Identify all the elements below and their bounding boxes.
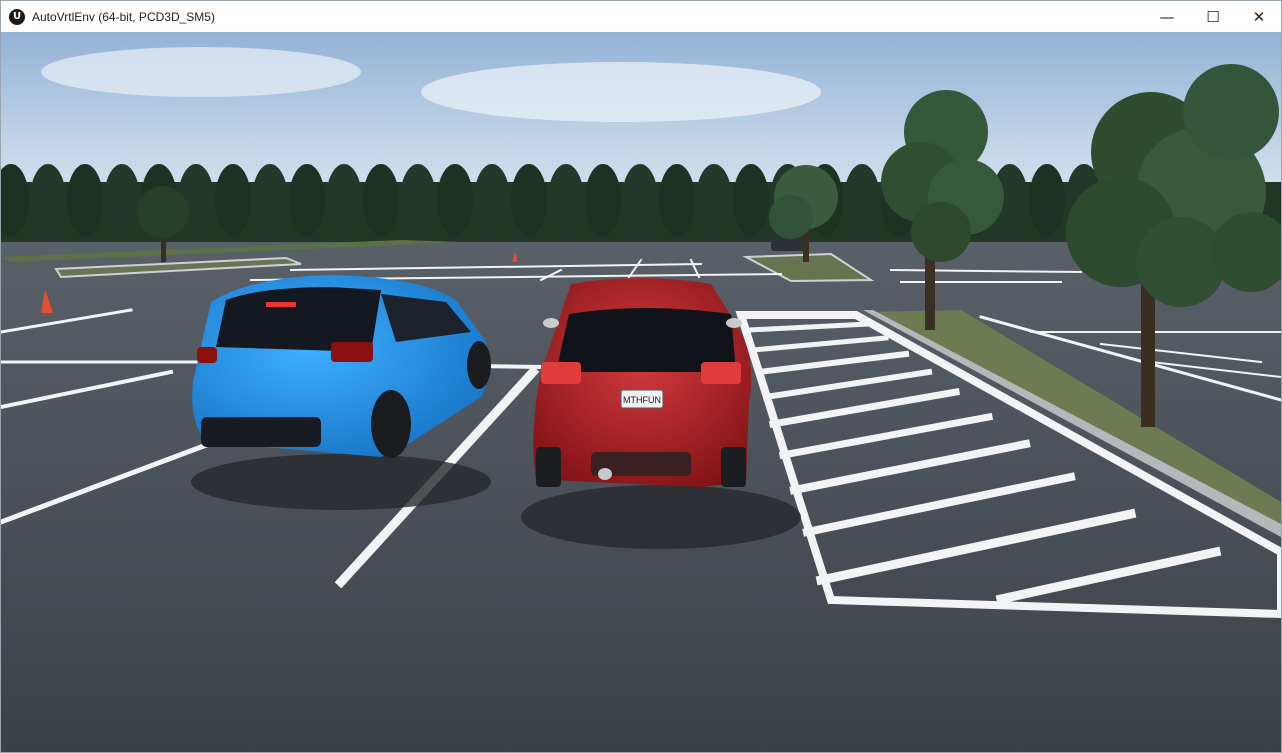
background-tree (104, 164, 140, 236)
background-tree (252, 164, 288, 236)
unreal-engine-icon: U (9, 8, 25, 25)
background-tree (1029, 164, 1065, 236)
cloud (421, 62, 821, 122)
background-tree (474, 164, 510, 236)
red-car: MTHFUN (533, 278, 752, 487)
close-button[interactable]: ✕ (1236, 1, 1282, 32)
app-window: U AutoVrtlEnv (64-bit, PCD3D_SM5) — ☐ ✕ (0, 0, 1282, 753)
background-tree (585, 164, 621, 236)
background-tree (67, 164, 103, 236)
parking-lot-scene: MTHFUN (1, 32, 1281, 752)
title-bar[interactable]: U AutoVrtlEnv (64-bit, PCD3D_SM5) — ☐ ✕ (1, 1, 1281, 32)
background-tree (511, 164, 547, 236)
minimize-button[interactable]: — (1144, 1, 1190, 32)
background-tree (622, 164, 658, 236)
background-tree (548, 164, 584, 236)
cloud (41, 47, 361, 97)
background-tree (326, 164, 362, 236)
car-shadow (521, 485, 801, 549)
game-viewport[interactable]: MTHFUN (1, 32, 1281, 752)
background-tree (696, 164, 732, 236)
car-shadow (191, 454, 491, 510)
background-tree (437, 164, 473, 236)
background-tree (844, 164, 880, 236)
background-tree (733, 164, 769, 236)
background-tree (659, 164, 695, 236)
background-tree (363, 164, 399, 236)
background-tree (400, 164, 436, 236)
background-tree (289, 164, 325, 236)
window-title: AutoVrtlEnv (64-bit, PCD3D_SM5) (32, 9, 215, 24)
background-tree (215, 164, 251, 236)
license-plate-text: MTHFUN (623, 395, 661, 405)
background-tree (30, 164, 66, 236)
maximize-button[interactable]: ☐ (1190, 1, 1236, 32)
